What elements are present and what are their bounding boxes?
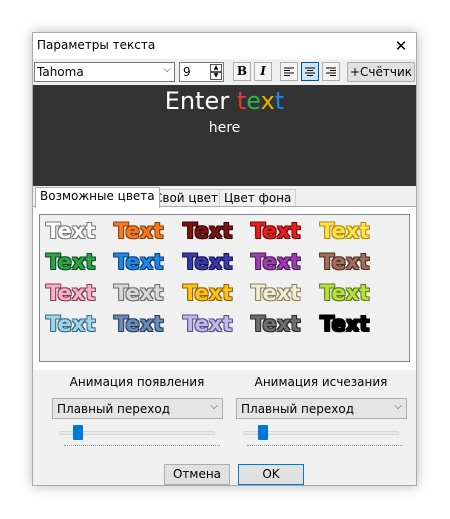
cancel-button[interactable]: Отмена [164,464,230,485]
color-sample[interactable]: Text [183,281,232,305]
add-counter-button[interactable]: +Счётчик [347,62,415,82]
color-sample[interactable]: Text [320,281,369,305]
text-settings-dialog: Параметры текста ✕ Tahoma ⌵ 9 ▲ ▼ B I +С… [32,32,417,486]
preview-text-line2: here [208,120,241,136]
text-preview: Enter text here [33,85,416,186]
preview-letter: t [236,87,247,115]
color-sample[interactable]: Text [251,250,300,274]
font-family-select[interactable]: Tahoma ⌵ [34,62,175,82]
align-center-icon [305,67,315,76]
appear-animation-select[interactable]: Плавный переход ⌵ [52,398,223,419]
color-sample[interactable]: Text [114,219,163,243]
color-sample[interactable]: Text [46,219,95,243]
dialog-title: Параметры текста [37,38,156,52]
color-sample[interactable]: Text [320,219,369,243]
chevron-down-icon: ⌵ [210,401,218,412]
preview-colored-word: text [237,87,284,115]
disappear-animation-label: Анимация исчезания [254,375,388,389]
tab-background-color[interactable]: Цвет фона [219,189,297,207]
bold-button[interactable]: B [233,62,251,81]
color-sample[interactable]: Text [251,219,300,243]
align-left-icon [284,67,294,76]
color-sample[interactable]: Text [320,312,369,336]
color-sample[interactable]: Text [46,250,95,274]
chevron-down-icon: ⌵ [163,64,171,75]
preview-word: Enter [164,87,230,115]
color-sample[interactable]: Text [183,219,232,243]
disappear-slider-thumb[interactable] [257,425,268,440]
preview-letter: t [274,87,285,115]
italic-button[interactable]: I [254,62,272,81]
preview-letter: e [246,87,261,115]
tab-possible-colors[interactable]: Возможные цвета [35,187,160,208]
color-sample[interactable]: Text [114,281,163,305]
align-center-button[interactable] [301,62,319,81]
animation-section: Анимация появления Плавный переход ⌵ Ани… [33,374,416,474]
align-right-icon [326,67,336,76]
color-samples-grid: Text Text Text Text Text Text Text Text Text Text… [39,214,410,362]
color-tab-panel: Text Text Text Text Text Text Text Text Text Text… [33,206,416,370]
color-sample[interactable]: Text [320,250,369,274]
align-left-button[interactable] [280,62,298,81]
tab-custom-color[interactable]: Свой цвет [149,189,224,207]
preview-letter: x [260,87,275,115]
color-sample[interactable]: Text [251,281,300,305]
preview-text-line1: Enter text [33,87,416,115]
appear-slider-ticks [64,445,220,446]
spin-up-icon[interactable]: ▲ [210,64,222,72]
color-sample[interactable]: Text [46,281,95,305]
disappear-animation-value: Плавный переход [241,402,355,416]
color-sample[interactable]: Text [183,250,232,274]
disappear-animation-select[interactable]: Плавный переход ⌵ [236,398,407,419]
color-sample[interactable]: Text [114,312,163,336]
ok-button[interactable]: OK [238,464,304,485]
color-sample[interactable]: Text [251,312,300,336]
font-family-value: Tahoma [37,65,84,79]
color-tabs: Возможные цвета Свой цвет Цвет фона [33,187,416,208]
spin-down-icon[interactable]: ▼ [210,72,222,80]
font-size-input[interactable]: 9 ▲ ▼ [179,62,224,82]
title-bar: Параметры текста ✕ [33,33,416,59]
appear-animation-value: Плавный переход [57,402,171,416]
font-size-value: 9 [183,65,191,79]
chevron-down-icon: ⌵ [394,401,402,412]
disappear-slider-ticks [247,445,403,446]
align-right-button[interactable] [322,62,340,81]
appear-animation-label: Анимация появления [69,375,205,389]
color-sample[interactable]: Text [46,312,95,336]
color-sample[interactable]: Text [183,312,232,336]
formatting-toolbar: Tahoma ⌵ 9 ▲ ▼ B I +Счётчик [33,59,416,85]
close-icon[interactable]: ✕ [392,37,410,55]
appear-slider-thumb[interactable] [72,425,83,440]
color-sample[interactable]: Text [114,250,163,274]
